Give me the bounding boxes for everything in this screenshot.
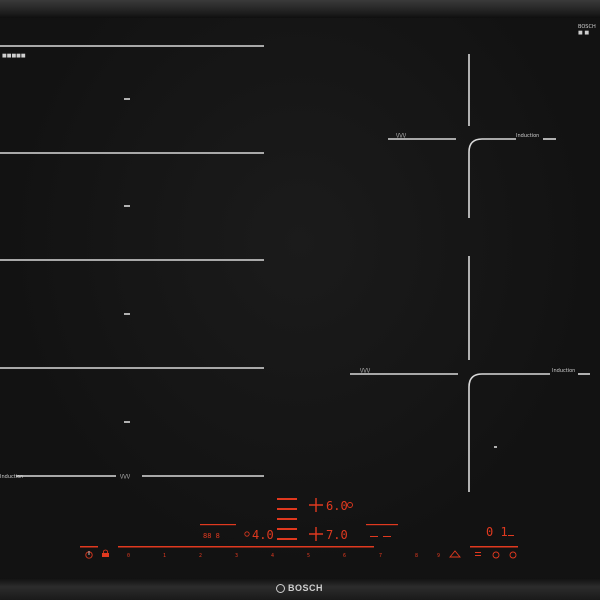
mid-right-cluster-bar xyxy=(366,524,398,526)
slider-tick-6[interactable]: 6 xyxy=(343,553,346,559)
wifi-icon[interactable] xyxy=(492,551,500,559)
slider-tick-1[interactable]: 1 xyxy=(163,553,166,559)
mid-right-cluster-dash2 xyxy=(383,536,391,537)
upper-mode-icon[interactable] xyxy=(347,502,353,508)
zone-bar-2[interactable] xyxy=(277,508,297,510)
slider-tick-4[interactable]: 4 xyxy=(271,553,274,559)
plus-icon-lower[interactable] xyxy=(309,527,323,541)
right-bottom-wave-label: \/\/\/ xyxy=(360,368,370,374)
upper-power-display: 6.0 xyxy=(326,499,348,513)
timer-display: 4.0 xyxy=(252,528,274,542)
cooking-zones-markings: ■■■■■ Induction \/\/\/ \/\/\/ Induction … xyxy=(0,24,596,559)
left-zone-tiny-label: ■■■■■ xyxy=(2,53,26,59)
bosch-logo-icon xyxy=(276,584,285,593)
right-bottom-corner xyxy=(468,373,550,492)
menu-icon[interactable] xyxy=(475,552,481,553)
settings-icon[interactable] xyxy=(509,551,517,559)
right-top-induction-label: Induction xyxy=(516,133,539,139)
right-bottom-induction-label: Induction xyxy=(552,368,575,374)
slider-tick-5[interactable]: 5 xyxy=(307,553,310,559)
brand-logo: BOSCH xyxy=(288,583,324,593)
corner-brand-mark: ■ ■ xyxy=(578,30,589,36)
menu-icon-line2 xyxy=(475,555,481,556)
slider-tick-9[interactable]: 9 xyxy=(437,553,440,559)
left-induction-label: Induction xyxy=(0,474,23,480)
mid-right-cluster-dash xyxy=(370,536,378,537)
left-wave-label: \/\/\/ xyxy=(120,474,130,480)
plus-icon-upper[interactable] xyxy=(309,498,323,512)
lower-power-display: 7.0 xyxy=(326,528,348,542)
left-cluster-bar xyxy=(200,524,236,526)
right-top-corner xyxy=(468,138,516,218)
slider-track-left[interactable] xyxy=(80,546,98,548)
boost-icon[interactable] xyxy=(449,550,461,558)
lock-icon[interactable] xyxy=(102,553,109,557)
slider-tick-3[interactable]: 3 xyxy=(235,553,238,559)
left-cluster-digits: 88 8 xyxy=(203,532,220,540)
zone-bar-1[interactable] xyxy=(277,498,297,500)
cooktop: ■■■■■ Induction \/\/\/ \/\/\/ Induction … xyxy=(0,0,600,600)
slider-tick-8[interactable]: 8 xyxy=(415,553,418,559)
right-readout: 0 1 xyxy=(486,525,508,539)
slider-tick-2[interactable]: 2 xyxy=(199,553,202,559)
slider-track[interactable] xyxy=(118,546,374,548)
lock-icon-shackle xyxy=(103,549,108,553)
zone-bar-5[interactable] xyxy=(277,538,297,540)
slider-tick-7[interactable]: 7 xyxy=(379,553,382,559)
slider-track-right[interactable] xyxy=(470,546,518,548)
zone-bar-3[interactable] xyxy=(277,518,297,520)
timer-icon[interactable] xyxy=(244,531,250,537)
slider-tick-0[interactable]: 0 xyxy=(127,553,130,559)
right-top-wave-label: \/\/\/ xyxy=(396,133,406,139)
right-readout-dash xyxy=(508,535,514,536)
zone-bar-4[interactable] xyxy=(277,528,297,530)
